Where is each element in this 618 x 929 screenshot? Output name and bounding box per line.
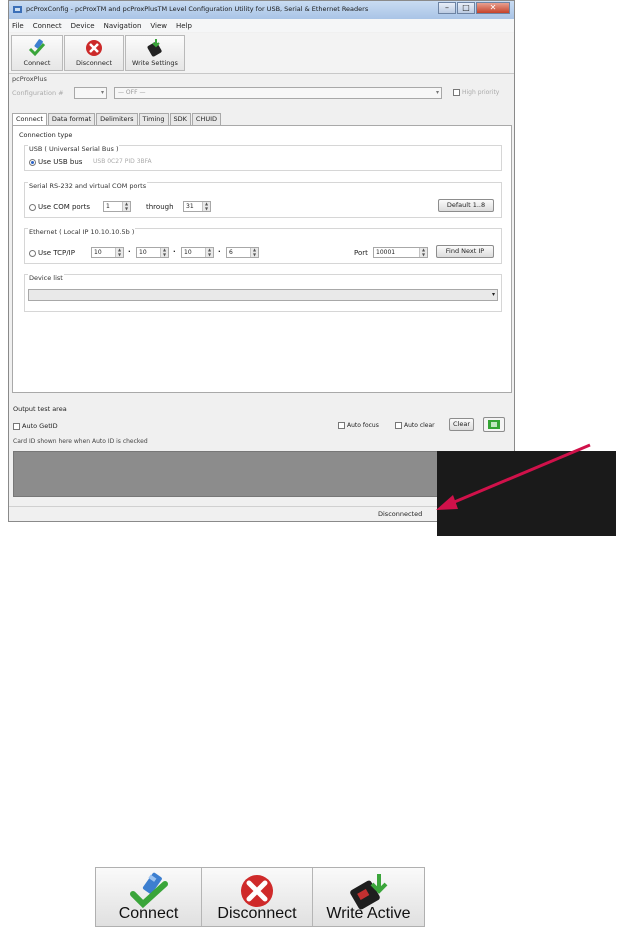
- annotation-arrow: [436, 443, 591, 510]
- zoomed-write-active-button[interactable]: Write Active: [313, 868, 424, 926]
- zoomed-toolbar: Connect Disconnect Write Active: [95, 867, 425, 927]
- zoomed-connect-button[interactable]: Connect: [96, 868, 202, 926]
- zoomed-disconnect-button[interactable]: Disconnect: [202, 868, 313, 926]
